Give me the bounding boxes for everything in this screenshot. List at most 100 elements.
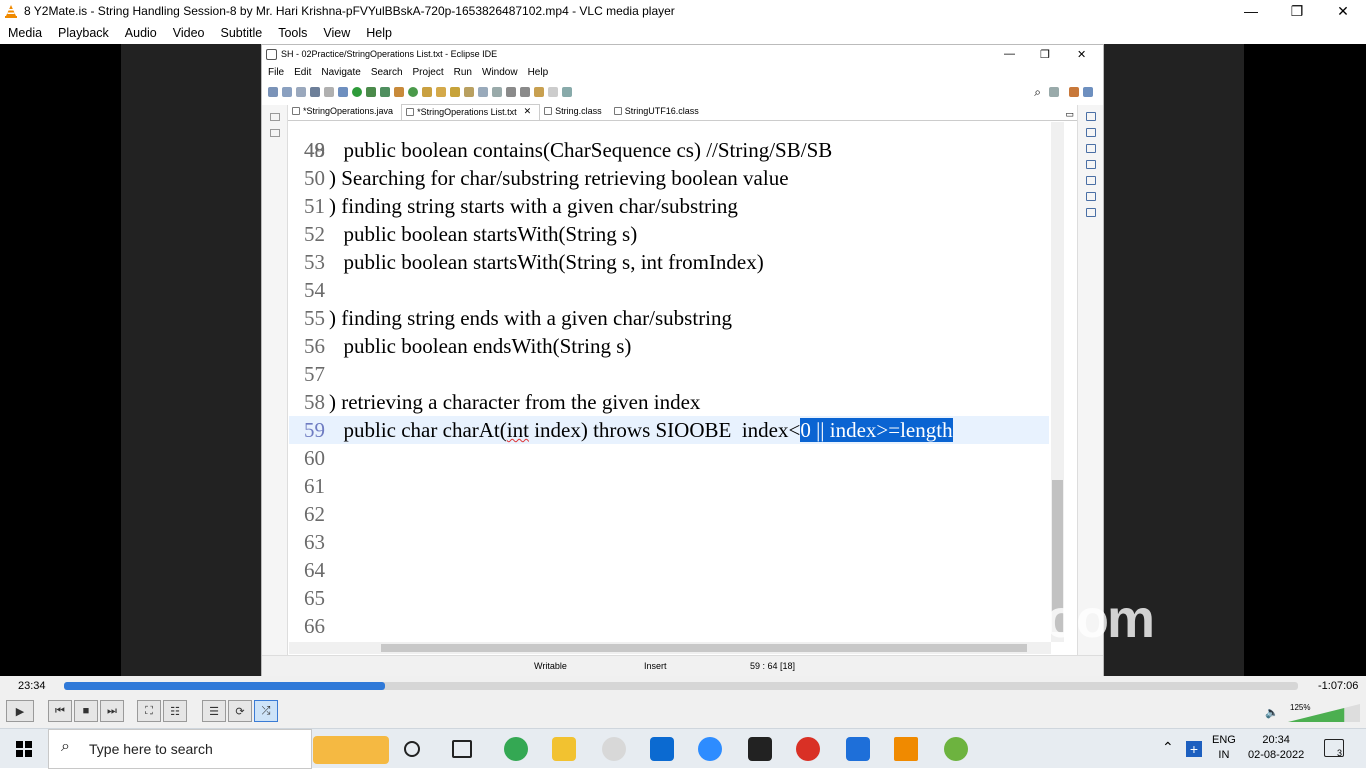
next-annotation-icon[interactable]	[506, 87, 516, 97]
snipping-tool-icon[interactable]	[602, 737, 626, 761]
playlist-button[interactable]: ☰	[202, 700, 226, 722]
cortana-icon[interactable]	[404, 741, 420, 757]
vertical-scrollbar[interactable]	[1051, 122, 1064, 642]
next-button[interactable]: ⏭	[100, 700, 124, 722]
editor-minimize-icon[interactable]: ▭	[1065, 109, 1074, 120]
eclipse-menu-run[interactable]: Run	[454, 67, 472, 78]
coverage-icon[interactable]	[366, 87, 376, 97]
eclipse-menu-edit[interactable]: Edit	[294, 67, 311, 78]
fullscreen-button[interactable]: ⛶	[137, 700, 161, 722]
print-icon[interactable]	[310, 87, 320, 97]
task-list-icon[interactable]	[1085, 128, 1096, 137]
text-selection[interactable]: 0 || index>=length	[800, 418, 953, 442]
speaker-icon[interactable]: 🔈	[1265, 706, 1279, 719]
tab-string-class[interactable]: String.class	[540, 104, 610, 120]
menu-video[interactable]: Video	[173, 26, 205, 40]
tab-close-icon[interactable]: ✕	[524, 106, 532, 117]
java-perspective-icon[interactable]	[1069, 87, 1079, 97]
eclipse-menu-search[interactable]: Search	[371, 67, 403, 78]
window-title: 8 Y2Mate.is - String Handling Session-8 …	[24, 4, 675, 18]
outline-icon[interactable]	[1085, 112, 1096, 121]
menu-tools[interactable]: Tools	[278, 26, 307, 40]
block-selection-icon[interactable]	[478, 87, 488, 97]
save-icon[interactable]	[282, 87, 292, 97]
package-explorer-icon[interactable]	[269, 129, 280, 137]
maximize-button[interactable]: ❐	[1274, 0, 1320, 22]
declaration-icon[interactable]	[1085, 192, 1096, 201]
stop-button[interactable]: ■	[74, 700, 98, 722]
screen-recorder-icon[interactable]	[796, 737, 820, 761]
eclipse-minimize-icon[interactable]: —	[1004, 45, 1015, 63]
taskbar-search-box[interactable]: ⌕ Type here to search	[48, 729, 389, 769]
vlc-taskbar-icon[interactable]	[894, 737, 918, 761]
debug-perspective-icon[interactable]	[1083, 87, 1093, 97]
menu-audio[interactable]: Audio	[125, 26, 157, 40]
tab-stringoperations-list[interactable]: *StringOperations List.txt ✕	[401, 104, 541, 120]
windows-start-icon[interactable]	[16, 741, 32, 757]
extended-settings-button[interactable]: ☷	[163, 700, 187, 722]
file-explorer-icon[interactable]	[552, 737, 576, 761]
task-view-icon[interactable]	[452, 740, 472, 758]
text-editor[interactable]: 48 ) Searching for char/substring retrie…	[289, 122, 1051, 642]
restore-icon[interactable]	[269, 113, 280, 121]
new-package-icon[interactable]	[394, 87, 404, 97]
tray-add-icon[interactable]: +	[1186, 741, 1202, 757]
eclipse-menu-window[interactable]: Window	[482, 67, 518, 78]
close-button[interactable]: ✕	[1320, 0, 1366, 22]
minimize-button[interactable]: —	[1228, 0, 1274, 22]
menu-subtitle[interactable]: Subtitle	[221, 26, 263, 40]
pin-editor-icon[interactable]	[562, 87, 572, 97]
sticky-notes-icon[interactable]	[748, 737, 772, 761]
tab-stringutf16-class[interactable]: StringUTF16.class	[610, 104, 707, 120]
eclipse-menu-help[interactable]: Help	[528, 67, 549, 78]
tray-chevron-icon[interactable]: ⌃	[1162, 739, 1174, 756]
zoom-app-icon[interactable]	[698, 737, 722, 761]
prev-annotation-icon[interactable]	[520, 87, 530, 97]
loop-button[interactable]: ⟳	[228, 700, 252, 722]
menu-playback[interactable]: Playback	[58, 26, 109, 40]
shuffle-button[interactable]: ⤮	[254, 700, 278, 722]
tab-stringoperations-java[interactable]: *StringOperations.java	[288, 104, 401, 120]
seek-bar[interactable]	[64, 682, 1298, 690]
external-tools-icon[interactable]	[380, 87, 390, 97]
toggle-mark-icon[interactable]	[464, 87, 474, 97]
eclipse-close-icon[interactable]: ✕	[1077, 45, 1086, 63]
skip-breakpoints-icon[interactable]	[324, 87, 334, 97]
run-icon[interactable]	[352, 87, 362, 97]
notification-icon[interactable]: 3	[1324, 739, 1344, 758]
debug-icon[interactable]	[338, 87, 348, 97]
menu-help[interactable]: Help	[366, 26, 392, 40]
microsoft-store-icon[interactable]	[650, 737, 674, 761]
photos-icon[interactable]	[846, 737, 870, 761]
play-button[interactable]: ▶	[6, 700, 34, 722]
back-icon[interactable]	[534, 87, 544, 97]
search-icon[interactable]: ⌕	[1034, 85, 1041, 100]
problems-icon[interactable]	[1085, 160, 1096, 169]
show-whitespace-icon[interactable]	[492, 87, 502, 97]
previous-button[interactable]: ⏮	[48, 700, 72, 722]
forward-icon[interactable]	[548, 87, 558, 97]
eclipse-menu-navigate[interactable]: Navigate	[321, 67, 360, 78]
spring-tools-icon[interactable]	[944, 737, 968, 761]
stop-icon: ■	[82, 705, 90, 717]
javadoc-icon[interactable]	[1085, 176, 1096, 185]
new-class-icon[interactable]	[408, 87, 418, 97]
menu-media[interactable]: Media	[8, 26, 42, 40]
console-icon[interactable]	[1085, 208, 1096, 217]
eclipse-menu-file[interactable]: File	[268, 67, 284, 78]
horizontal-scroll-thumb[interactable]	[381, 644, 1027, 652]
chrome-icon[interactable]	[504, 737, 528, 761]
save-all-icon[interactable]	[296, 87, 306, 97]
new-icon[interactable]	[268, 87, 278, 97]
language-indicator[interactable]: ENG IN	[1212, 733, 1236, 763]
eclipse-maximize-icon[interactable]: ❐	[1040, 45, 1050, 63]
eclipse-menu-project[interactable]: Project	[413, 67, 444, 78]
open-task-icon[interactable]	[436, 87, 446, 97]
hierarchy-icon[interactable]	[1085, 144, 1096, 153]
horizontal-scrollbar[interactable]	[289, 642, 1051, 654]
open-perspective-icon[interactable]	[1049, 87, 1059, 97]
open-type-icon[interactable]	[422, 87, 432, 97]
menu-view[interactable]: View	[323, 26, 350, 40]
search-tool-icon[interactable]	[450, 87, 460, 97]
system-clock[interactable]: 20:34 02-08-2022	[1248, 733, 1304, 763]
